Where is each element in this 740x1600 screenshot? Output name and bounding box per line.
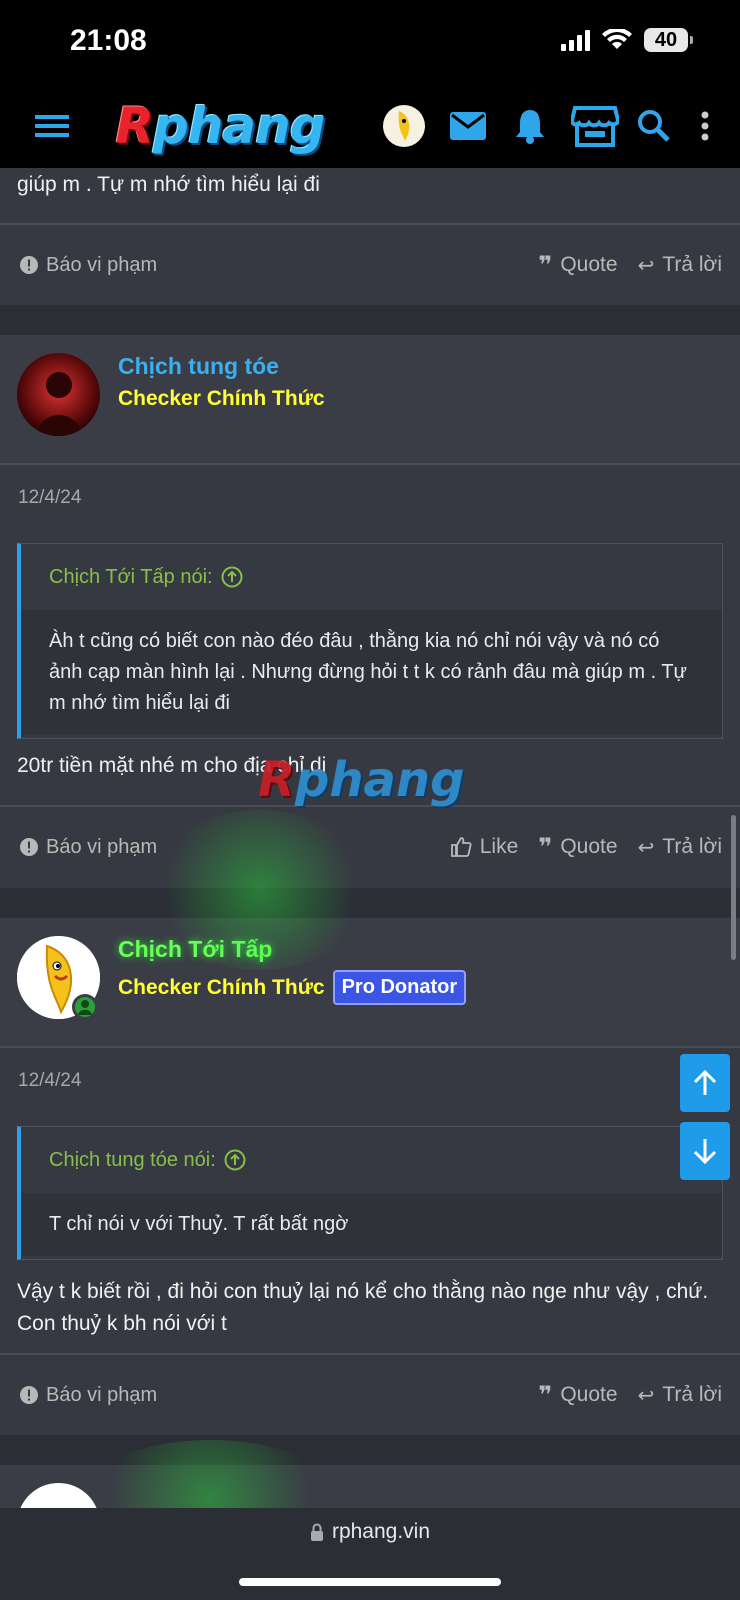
quote-button[interactable]: ❞ Quote (538, 251, 617, 280)
online-status-icon (72, 994, 98, 1020)
top-nav: Rphang (0, 84, 740, 168)
post-date[interactable]: 12/4/24 (18, 1070, 81, 1092)
cellular-signal-icon (561, 29, 590, 51)
post-gap (0, 1435, 740, 1465)
post-body: giúp m . Tự m nhớ tìm hiểu lại đi (17, 173, 320, 196)
like-button[interactable]: Like (450, 835, 519, 859)
post-actions: Báo vi phạm ❞ Quote ↩ Trả lời (0, 1355, 740, 1435)
arrow-up-circle-icon (224, 1149, 246, 1171)
like-label: Like (479, 835, 519, 858)
user-title-label: Checker Chính Thức (118, 975, 325, 999)
quote-block: Chịch Tới Tấp nói: Àh t cũng có biết con… (17, 543, 723, 739)
quote-text: Àh t cũng có biết con nào đéo đâu , thằn… (21, 610, 722, 735)
post-actions: Báo vi phạm Like ❞ Quote ↩ Trả lời (0, 807, 740, 888)
site-logo[interactable]: Rphang (108, 84, 332, 168)
home-indicator[interactable] (239, 1578, 501, 1586)
report-button[interactable]: Báo vi phạm (20, 225, 157, 305)
quote-icon: ❞ (538, 833, 553, 861)
post-actions: Báo vi phạm ❞ Quote ↩ Trả lời (0, 225, 740, 305)
reply-icon: ↩ (637, 836, 655, 859)
status-time: 21:08 (70, 24, 147, 57)
user-title-label: Checker Chính Thức (118, 387, 325, 410)
post-feed: giúp m . Tự m nhớ tìm hiểu lại đi Báo vi… (0, 168, 740, 1508)
reply-button[interactable]: ↩ Trả lời (638, 835, 722, 860)
search-icon[interactable] (632, 84, 676, 168)
report-label: Báo vi phạm (46, 1383, 158, 1406)
username[interactable]: Chịch Tới Tấp (118, 936, 272, 963)
post-gap (0, 888, 740, 918)
scroll-top-button[interactable] (680, 1054, 730, 1112)
post-card (0, 1465, 740, 1508)
quote-label: Quote (560, 253, 618, 276)
reply-button[interactable]: ↩ Trả lời (638, 1383, 722, 1408)
post-date[interactable]: 12/4/24 (18, 487, 81, 509)
logo-text: phang (153, 97, 326, 155)
alert-icon (20, 256, 38, 274)
address-bar[interactable]: rphang.vin (0, 1520, 740, 1544)
avatar[interactable] (17, 1483, 100, 1508)
post-body: Vậy t k biết rồi , đi hỏi con thuỷ lại n… (17, 1280, 709, 1335)
status-bar: 21:08 40 (0, 0, 740, 84)
thumbs-up-icon (450, 837, 472, 857)
quote-label: Quote (560, 1383, 618, 1406)
quote-button[interactable]: ❞ Quote (538, 1381, 617, 1410)
wifi-icon (602, 29, 632, 49)
hamburger-menu-icon[interactable] (30, 84, 74, 168)
scroll-bottom-button[interactable] (680, 1122, 730, 1180)
arrow-up-circle-icon (221, 566, 243, 588)
alert-icon (20, 1386, 38, 1404)
quote-label: Quote (560, 835, 618, 858)
reply-label: Trả lời (662, 835, 722, 858)
quote-icon: ❞ (538, 251, 553, 279)
arrow-down-icon (693, 1139, 717, 1165)
report-button[interactable]: Báo vi phạm (20, 1355, 157, 1435)
quote-header[interactable]: Chịch Tới Tấp nói: (21, 544, 722, 610)
watermark-logo: Rphang (258, 752, 464, 808)
battery-icon: 40 (644, 28, 693, 52)
watermark-text: phang (294, 752, 465, 808)
quote-header[interactable]: Chịch tung tóe nói: (21, 1127, 722, 1193)
watermark-r: R (258, 752, 295, 808)
quote-author: Chịch Tới Tấp nói: (49, 565, 213, 588)
status-icons: 40 (561, 28, 693, 52)
avatar[interactable] (17, 353, 100, 436)
avatar (383, 105, 425, 147)
store-icon[interactable] (568, 84, 622, 168)
url-text: rphang.vin (331, 1520, 431, 1543)
user-title: Checker Chính Thức Pro Donator (118, 970, 467, 1005)
divider (0, 463, 740, 465)
mail-icon[interactable] (446, 84, 490, 168)
quote-button[interactable]: ❞ Quote (538, 833, 617, 862)
reply-icon: ↩ (637, 1384, 655, 1407)
quote-text: T chỉ nói v với Thuỷ. T rất bất ngờ (21, 1193, 722, 1256)
browser-url-bar: rphang.vin (0, 1508, 740, 1600)
quote-icon: ❞ (538, 1381, 553, 1409)
reply-label: Trả lời (662, 253, 722, 276)
user-avatar-button[interactable] (382, 84, 426, 168)
post-header: Chịch tung tóe Checker Chính Thức (0, 335, 740, 463)
report-label: Báo vi phạm (46, 253, 158, 276)
bell-icon[interactable] (508, 84, 552, 168)
reply-icon: ↩ (637, 254, 655, 277)
reply-label: Trả lời (662, 1383, 722, 1406)
pro-donator-badge: Pro Donator (332, 970, 467, 1005)
previous-post-tail: giúp m . Tự m nhớ tìm hiểu lại đi (0, 168, 740, 223)
post-gap (0, 305, 740, 335)
username[interactable]: Chịch tung tóe (118, 353, 279, 380)
post-header: Chịch Tới Tấp Checker Chính Thức Pro Don… (0, 918, 740, 1046)
arrow-up-icon (693, 1069, 717, 1095)
scrollbar[interactable] (731, 815, 736, 960)
more-vertical-icon[interactable] (690, 84, 720, 168)
quote-author: Chịch tung tóe nói: (49, 1148, 216, 1171)
quote-block: Chịch tung tóe nói: T chỉ nói v với Thuỷ… (17, 1126, 723, 1260)
logo-r: R (115, 97, 154, 155)
divider (0, 1046, 740, 1048)
report-button[interactable]: Báo vi phạm (20, 807, 157, 887)
report-label: Báo vi phạm (46, 835, 158, 858)
reply-button[interactable]: ↩ Trả lời (638, 253, 722, 278)
lock-icon (310, 1523, 323, 1541)
user-title: Checker Chính Thức (118, 387, 325, 411)
post-card: Chịch Tới Tấp Checker Chính Thức Pro Don… (0, 918, 740, 1435)
alert-icon (20, 838, 38, 856)
